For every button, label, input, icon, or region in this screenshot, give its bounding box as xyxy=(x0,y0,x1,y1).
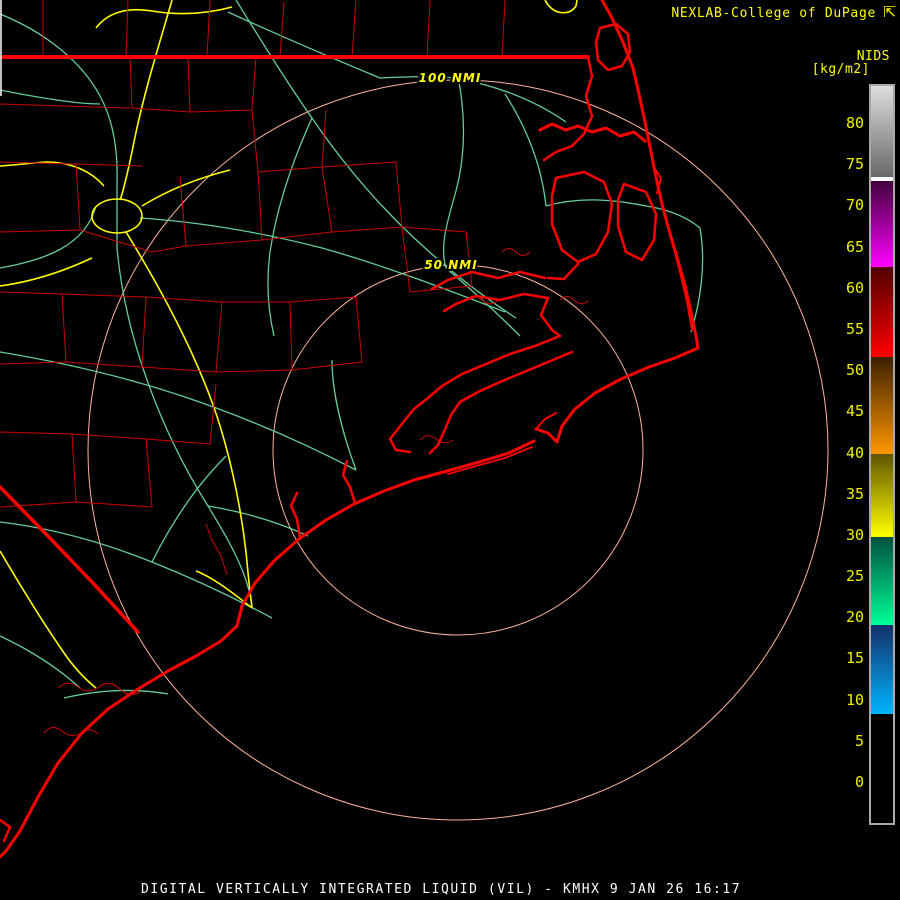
colorbar-segment xyxy=(871,85,893,177)
albemarle-sound-shore xyxy=(538,122,647,143)
colorbar-tick-label: 5 xyxy=(854,731,864,750)
road-lines-green xyxy=(0,0,704,699)
colorbar-tick-label: 0 xyxy=(854,773,864,791)
colorbar-tick-label: 70 xyxy=(845,196,864,215)
ring-label-50nmi: 50 NMI xyxy=(424,258,477,272)
pamlico-river-shore xyxy=(430,270,547,291)
colorbar-tick-label: 50 xyxy=(845,361,864,380)
colorbar-tick-label: 40 xyxy=(845,443,864,462)
nexlab-logo-icon: ⇱ xyxy=(883,3,896,21)
state-border-nc-sc xyxy=(0,485,140,634)
colorbar-ticks: 80 75 70 65 60 55 50 45 40 35 30 25 20 15 10 5 0 xyxy=(818,0,864,900)
range-rings xyxy=(87,79,829,821)
colorbar-tick-label: 25 xyxy=(845,567,864,586)
coastline-and-borders xyxy=(0,0,700,859)
range-ring-100nmi xyxy=(87,79,829,821)
colorbar xyxy=(869,84,895,825)
colorbar-tick-label: 35 xyxy=(845,484,864,503)
colorbar-segment xyxy=(871,454,893,537)
radar-display: 100 NMI 50 NMI NEXLAB-College of DuPage … xyxy=(0,0,900,900)
colorbar-tick-label: 30 xyxy=(845,525,864,544)
radar-map: 100 NMI 50 NMI xyxy=(0,0,829,859)
colorbar-tick-label: 60 xyxy=(845,278,864,297)
colorbar-segment xyxy=(871,267,893,357)
colorbar-tick-label: 55 xyxy=(845,319,864,338)
county-boundary-lines xyxy=(0,0,589,737)
colorbar-segment xyxy=(871,714,893,824)
colorbar-tick-label: 45 xyxy=(845,402,864,421)
colorbar-tick-label: 10 xyxy=(845,690,864,709)
colorbar-segment xyxy=(871,356,893,455)
colorbar-tick-label: 75 xyxy=(845,155,864,174)
colorbar-segment xyxy=(871,181,893,268)
colorbar-tick-label: 65 xyxy=(845,237,864,256)
range-ring-50nmi xyxy=(272,264,644,636)
neuse-river-shore xyxy=(396,334,562,431)
colorbar-tick-label: 80 xyxy=(845,114,864,132)
colorbar-tick-label: 15 xyxy=(845,649,864,668)
southern-coastline xyxy=(0,439,536,859)
ring-label-100nmi: 100 NMI xyxy=(419,71,482,85)
colorbar-segment xyxy=(871,536,893,625)
colorbar-tick-label: 20 xyxy=(845,608,864,627)
product-caption: DIGITAL VERTICALLY INTEGRATED LIQUID (VI… xyxy=(141,882,742,897)
colorbar-segment xyxy=(871,624,893,715)
